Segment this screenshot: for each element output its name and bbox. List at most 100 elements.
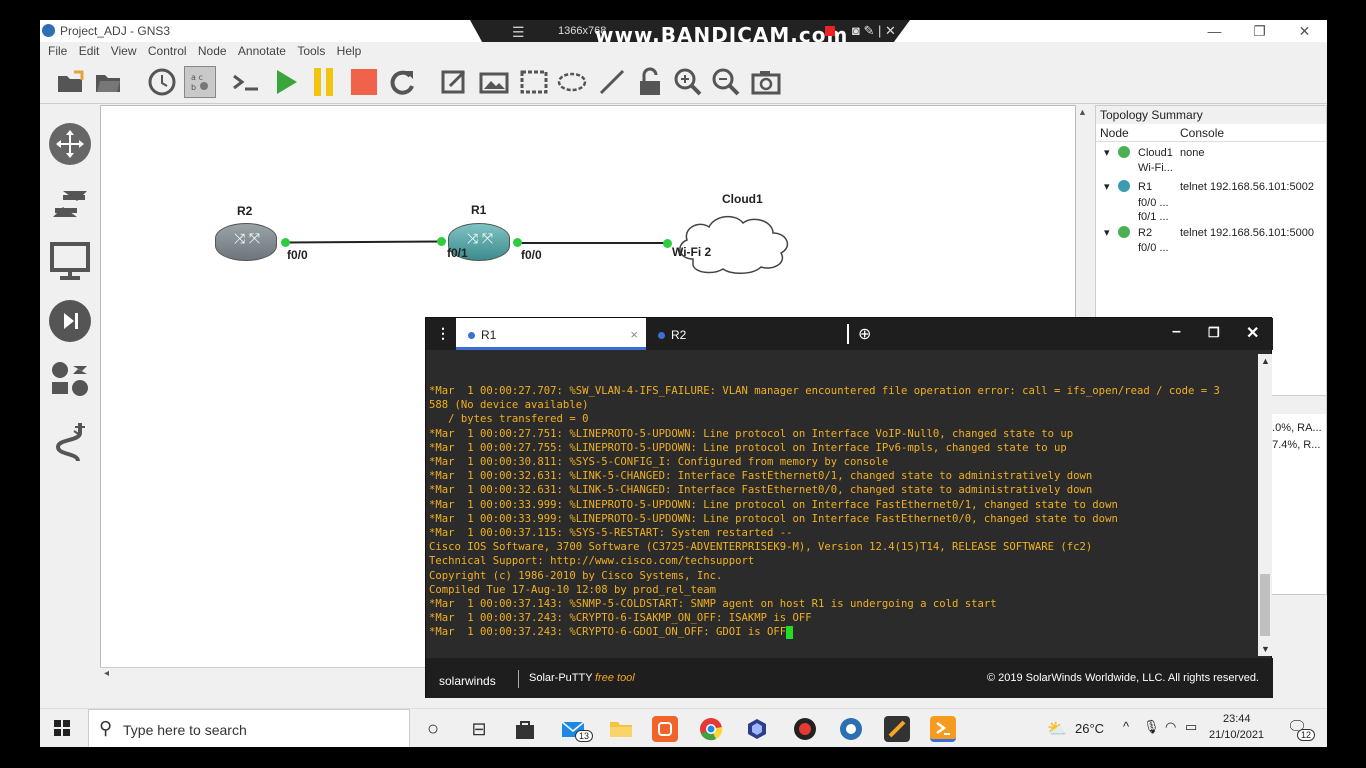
summary-row-cloud1[interactable]: ▾ Cloud1 none <box>1096 146 1326 162</box>
node-label-r1: R1 <box>471 203 487 217</box>
tab-r1[interactable]: R1 × <box>456 318 646 350</box>
open-project-icon[interactable] <box>92 66 124 98</box>
snapshot-clock-icon[interactable] <box>146 66 178 98</box>
cortana-icon[interactable]: ○ <box>420 716 446 742</box>
menu-view[interactable]: View <box>111 42 137 60</box>
reload-all-icon[interactable] <box>386 66 418 98</box>
putty-minimize-button[interactable]: – <box>1172 323 1181 341</box>
terminal-line: Compiled Tue 17-Aug-10 12:08 by prod_rel… <box>429 583 717 596</box>
draw-rectangle-icon[interactable] <box>518 66 550 98</box>
menu-control[interactable]: Control <box>148 42 187 60</box>
start-all-icon[interactable] <box>270 66 302 98</box>
browse-routers-icon[interactable] <box>49 123 91 165</box>
scroll-left-icon[interactable]: ◂ <box>104 668 109 679</box>
putty-footer: solarwinds Solar-PuTTY free tool © 2019 … <box>426 658 1273 698</box>
col-node[interactable]: Node <box>1100 126 1129 140</box>
tray-chevron-icon[interactable]: ^ <box>1123 719 1129 734</box>
scroll-up-icon[interactable]: ▲ <box>1261 356 1270 366</box>
browse-end-devices-icon[interactable] <box>49 240 91 282</box>
chrome-icon[interactable] <box>698 716 724 742</box>
add-note-icon[interactable] <box>438 66 470 98</box>
terminal-line: *Mar 1 00:00:32.631: %LINK-5-CHANGED: In… <box>429 484 1093 497</box>
close-button[interactable]: ✕ <box>1282 20 1327 42</box>
taskbar-search-box[interactable]: ⚲ Type here to search <box>88 709 410 747</box>
summary-child-row: f0/1 ... <box>1138 211 1169 223</box>
link-r2-r1[interactable] <box>283 240 442 244</box>
zoom-out-icon[interactable] <box>710 66 742 98</box>
menu-tools[interactable]: Tools <box>297 42 325 60</box>
link-r1-cloud1[interactable] <box>516 242 668 244</box>
cloud1-icon[interactable] <box>671 209 817 275</box>
insert-picture-icon[interactable] <box>478 66 510 98</box>
terminal-line: *Mar 1 00:00:37.243: %CRYPTO-6-GDOI_ON_O… <box>429 625 1258 639</box>
browse-all-devices-icon[interactable] <box>49 360 91 402</box>
restore-button[interactable]: ❐ <box>1237 20 1282 42</box>
menu-help[interactable]: Help <box>337 42 362 60</box>
tab-r2[interactable]: R2 <box>646 318 836 350</box>
menu-node[interactable]: Node <box>198 42 227 60</box>
task-view-icon[interactable]: ⊟ <box>466 716 492 742</box>
recorder-menu-icon[interactable]: ☰ <box>512 24 525 41</box>
terminal-line: *Mar 1 00:00:27.751: %LINEPROTO-5-UPDOWN… <box>429 427 1074 440</box>
summary-row-r2[interactable]: ▾ R2 telnet 192.168.56.101:5000 <box>1096 226 1326 242</box>
microphone-icon[interactable]: 🎙 <box>1143 719 1160 735</box>
menu-edit[interactable]: Edit <box>79 42 100 60</box>
weather-temp[interactable]: 26°C <box>1075 721 1104 736</box>
r1-f0-1-status-dot <box>437 237 446 246</box>
virtualbox-icon[interactable] <box>744 716 770 742</box>
solar-putty-window: ⋮ R1 × R2 ⊕ – ❐ ✕ *Mar 1 00:00:27.707: %… <box>425 317 1273 698</box>
solar-putty-taskbar-icon[interactable] <box>930 716 956 742</box>
minimize-button[interactable]: — <box>1192 20 1237 42</box>
stop-all-icon[interactable] <box>348 66 380 98</box>
collapse-icon[interactable]: ▾ <box>1104 180 1110 193</box>
terminal-scrollbar[interactable]: ▲ ▼ <box>1258 354 1272 656</box>
putty-close-button[interactable]: ✕ <box>1246 323 1259 343</box>
zoom-in-icon[interactable] <box>672 66 704 98</box>
wifi-icon[interactable]: ◠ <box>1165 719 1176 735</box>
collapse-icon[interactable]: ▾ <box>1104 226 1110 239</box>
if-label-r1-f0-1: f0/1 <box>447 246 468 260</box>
new-project-icon[interactable] <box>54 66 86 98</box>
draw-ellipse-icon[interactable] <box>556 66 588 98</box>
menu-annotate[interactable]: Annotate <box>238 42 286 60</box>
router-r2-icon[interactable]: ⤨ ⤧ <box>215 223 277 261</box>
terminal-output[interactable]: *Mar 1 00:00:27.707: %SW_VLAN-4-IFS_FAIL… <box>426 354 1258 656</box>
summary-row-r1[interactable]: ▾ R1 telnet 192.168.56.101:5002 <box>1096 179 1326 197</box>
lock-items-icon[interactable] <box>634 66 666 98</box>
scroll-up-icon[interactable]: ▲ <box>1078 107 1087 117</box>
file-explorer-icon[interactable] <box>608 716 634 742</box>
node-console: telnet 192.168.56.101:5002 <box>1180 181 1314 193</box>
new-tab-icon[interactable]: ⊕ <box>858 324 871 344</box>
browse-switches-icon[interactable] <box>49 183 91 225</box>
recorder-tools[interactable]: ◙ ✎ | ✕ <box>852 23 896 39</box>
putty-menu-icon[interactable]: ⋮ <box>436 325 450 342</box>
clock-time[interactable]: 23:44 <box>1223 713 1251 725</box>
col-console[interactable]: Console <box>1180 126 1224 140</box>
scroll-down-icon[interactable]: ▼ <box>1261 644 1270 654</box>
browse-security-devices-icon[interactable] <box>49 300 91 342</box>
windows-start-icon[interactable] <box>54 720 70 736</box>
scroll-thumb[interactable] <box>1260 574 1270 636</box>
summary-child-row: Wi-Fi... <box>1138 162 1173 174</box>
app-icon-notes[interactable] <box>884 716 910 742</box>
battery-icon[interactable]: ▭ <box>1185 719 1197 735</box>
store-icon[interactable] <box>512 716 538 742</box>
console-all-icon[interactable] <box>230 66 262 98</box>
clock-date[interactable]: 21/10/2021 <box>1209 729 1264 741</box>
close-tab-icon[interactable]: × <box>630 327 638 342</box>
weather-icon[interactable]: ⛅ <box>1047 719 1067 739</box>
bandicam-record-icon[interactable] <box>792 716 818 742</box>
collapse-icon[interactable]: ▾ <box>1104 146 1110 159</box>
add-link-icon[interactable] <box>49 420 91 462</box>
putty-maximize-button[interactable]: ❐ <box>1208 325 1220 341</box>
app-icon-orange[interactable] <box>652 716 678 742</box>
if-label-r2-f0-0: f0/0 <box>287 248 308 262</box>
record-icon[interactable] <box>825 26 835 36</box>
show-interface-labels-icon[interactable]: a cb <box>184 66 216 98</box>
draw-line-icon[interactable] <box>596 66 628 98</box>
menu-file[interactable]: File <box>48 42 67 60</box>
gns3-taskbar-icon[interactable] <box>838 716 864 742</box>
suspend-all-icon[interactable] <box>308 66 340 98</box>
terminal-line: Cisco IOS Software, 3700 Software (C3725… <box>429 541 1093 554</box>
screenshot-icon[interactable] <box>750 66 782 98</box>
